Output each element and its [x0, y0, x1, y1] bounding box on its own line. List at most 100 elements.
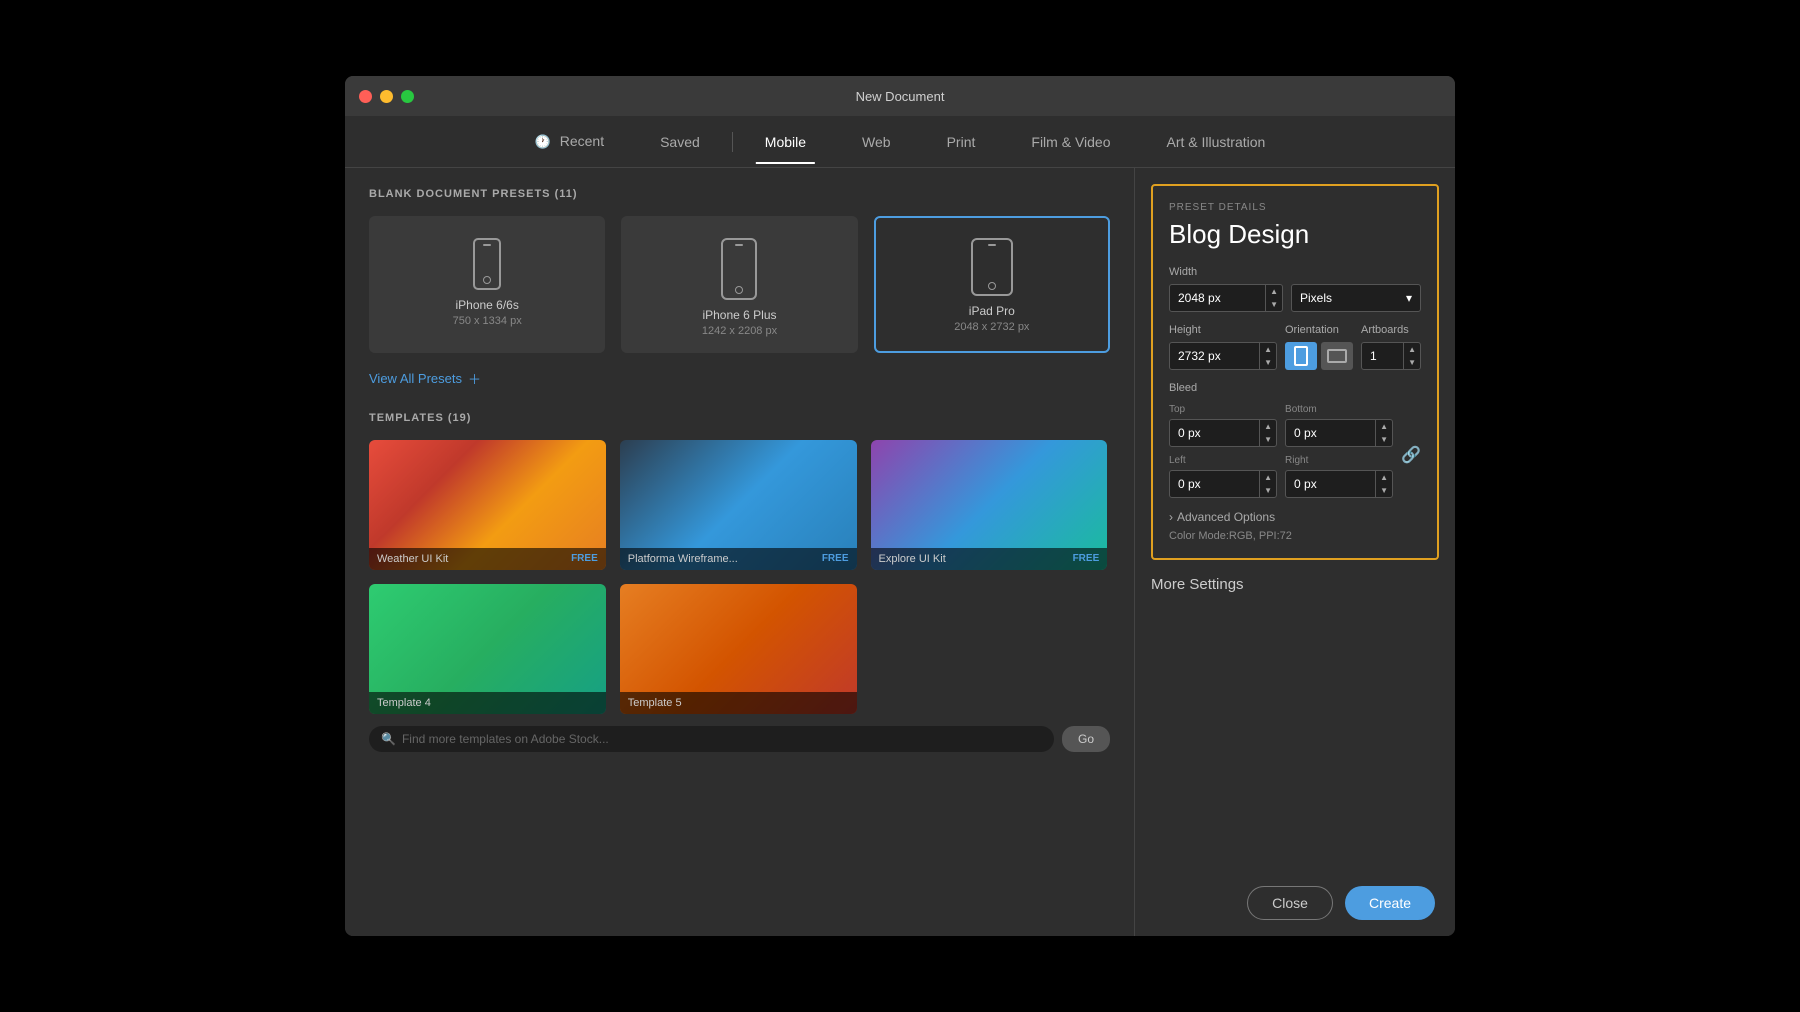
clock-icon: 🕐: [535, 134, 551, 149]
presets-grid: iPhone 6/6s 750 x 1334 px iPhone 6 Plus …: [369, 216, 1110, 353]
width-input[interactable]: 2048 px ▲ ▼: [1169, 284, 1283, 312]
tablet-icon: [971, 238, 1013, 296]
template-card-2[interactable]: Explore UI Kit FREE: [871, 440, 1108, 570]
bleed-bottom-group: Bottom 0 px ▲ ▼: [1285, 404, 1393, 447]
search-input-wrap[interactable]: 🔍 Find more templates on Adobe Stock...: [369, 726, 1054, 752]
plus-icon: ＋: [468, 369, 481, 388]
bleed-top-group: Top 0 px ▲ ▼: [1169, 404, 1277, 447]
right-label: Right: [1285, 455, 1393, 466]
preset-details-label: PRESET DETAILS: [1169, 202, 1421, 213]
left-up[interactable]: ▲: [1260, 471, 1276, 484]
advanced-options-toggle[interactable]: › Advanced Options: [1169, 510, 1421, 524]
height-up[interactable]: ▲: [1260, 343, 1276, 356]
unit-select[interactable]: Pixels ▾: [1291, 284, 1421, 312]
main-content: BLANK DOCUMENT PRESETS (11) iPhone 6/6s …: [345, 168, 1455, 936]
bottom-down[interactable]: ▼: [1376, 433, 1392, 446]
bleed-left-group: Left 0 px ▲ ▼: [1169, 455, 1277, 498]
chevron-right-icon: ›: [1169, 510, 1173, 524]
bleed-bottom-input[interactable]: 0 px ▲ ▼: [1285, 419, 1393, 447]
top-spinner[interactable]: ▲ ▼: [1259, 420, 1276, 446]
top-down[interactable]: ▼: [1260, 433, 1276, 446]
close-button[interactable]: Close: [1247, 886, 1333, 920]
left-down[interactable]: ▼: [1260, 484, 1276, 497]
portrait-btn[interactable]: [1285, 342, 1317, 370]
color-mode-text: Color Mode:RGB, PPI:72: [1169, 530, 1421, 542]
height-input[interactable]: 2732 px ▲ ▼: [1169, 342, 1277, 370]
minimize-window-btn[interactable]: [380, 90, 393, 103]
template-card-3[interactable]: Template 4: [369, 584, 606, 714]
artboards-down[interactable]: ▼: [1404, 356, 1420, 369]
free-badge-2: FREE: [1073, 553, 1100, 565]
right-spinner[interactable]: ▲ ▼: [1375, 471, 1392, 497]
template-card-0[interactable]: Weather UI Kit FREE: [369, 440, 606, 570]
template-label-2: Explore UI Kit FREE: [871, 548, 1108, 570]
height-spinner[interactable]: ▲ ▼: [1259, 343, 1276, 369]
bleed-right-group: Right 0 px ▲ ▼: [1285, 455, 1393, 498]
orientation-btns: [1285, 342, 1353, 370]
bleed-top-input[interactable]: 0 px ▲ ▼: [1169, 419, 1277, 447]
tab-print[interactable]: Print: [919, 120, 1004, 164]
template-label-0: Weather UI Kit FREE: [369, 548, 606, 570]
tab-web[interactable]: Web: [834, 120, 919, 164]
link-bleed-icon[interactable]: 🔗: [1401, 445, 1421, 465]
preset-iphone6[interactable]: iPhone 6/6s 750 x 1334 px: [369, 216, 605, 353]
phone-icon: [473, 238, 501, 290]
bottom-up[interactable]: ▲: [1376, 420, 1392, 433]
artboards-spinner[interactable]: ▲ ▼: [1403, 343, 1420, 369]
templates-title: TEMPLATES (19): [369, 412, 1110, 424]
artboards-up[interactable]: ▲: [1404, 343, 1420, 356]
template-label-3: Template 4: [369, 692, 606, 714]
width-label: Width: [1169, 266, 1421, 278]
right-up[interactable]: ▲: [1376, 471, 1392, 484]
landscape-btn[interactable]: [1321, 342, 1353, 370]
phone-lg-icon: [721, 238, 757, 300]
right-down[interactable]: ▼: [1376, 484, 1392, 497]
bottom-bar: Close Create: [1135, 870, 1455, 936]
tab-separator: [732, 132, 733, 152]
right-panel: PRESET DETAILS Blog Design Width 2048 px…: [1135, 168, 1455, 936]
title-bar: New Document: [345, 76, 1455, 116]
artboards-input[interactable]: 1 ▲ ▼: [1361, 342, 1421, 370]
go-button[interactable]: Go: [1062, 726, 1110, 752]
create-button[interactable]: Create: [1345, 886, 1435, 920]
orientation-label: Orientation: [1285, 324, 1353, 336]
width-spinner[interactable]: ▲ ▼: [1265, 285, 1282, 311]
portrait-icon: [1294, 346, 1308, 366]
preset-ipadpro[interactable]: iPad Pro 2048 x 2732 px: [874, 216, 1110, 353]
tab-art[interactable]: Art & Illustration: [1139, 120, 1294, 164]
height-down[interactable]: ▼: [1260, 356, 1276, 369]
close-window-btn[interactable]: [359, 90, 372, 103]
height-label: Height: [1169, 324, 1277, 336]
left-panel: BLANK DOCUMENT PRESETS (11) iPhone 6/6s …: [345, 168, 1134, 936]
width-row: 2048 px ▲ ▼ Pixels ▾: [1169, 284, 1421, 312]
width-down[interactable]: ▼: [1266, 298, 1282, 311]
document-name: Blog Design: [1169, 219, 1421, 250]
dialog-title: New Document: [856, 89, 945, 104]
search-icon: 🔍: [381, 732, 396, 746]
chevron-down-icon: ▾: [1406, 291, 1412, 305]
more-settings[interactable]: More Settings: [1135, 560, 1455, 609]
left-spinner[interactable]: ▲ ▼: [1259, 471, 1276, 497]
bleed-left-input[interactable]: 0 px ▲ ▼: [1169, 470, 1277, 498]
tab-film[interactable]: Film & Video: [1003, 120, 1138, 164]
bottom-spinner[interactable]: ▲ ▼: [1375, 420, 1392, 446]
template-card-4[interactable]: Template 5: [620, 584, 857, 714]
tab-recent[interactable]: 🕐 Recent: [507, 119, 632, 164]
window-controls: [359, 90, 414, 103]
tab-saved[interactable]: Saved: [632, 120, 728, 164]
width-up[interactable]: ▲: [1266, 285, 1282, 298]
tab-mobile[interactable]: Mobile: [737, 120, 834, 164]
view-all-presets-btn[interactable]: View All Presets ＋: [369, 369, 1110, 388]
artboards-label: Artboards: [1361, 324, 1421, 336]
preset-details-box: PRESET DETAILS Blog Design Width 2048 px…: [1151, 184, 1439, 560]
bleed-grid: Top 0 px ▲ ▼: [1169, 404, 1393, 498]
bottom-label: Bottom: [1285, 404, 1393, 415]
preset-iphone6plus[interactable]: iPhone 6 Plus 1242 x 2208 px: [621, 216, 857, 353]
template-search-bar: 🔍 Find more templates on Adobe Stock... …: [369, 726, 1110, 752]
templates-grid: Weather UI Kit FREE Platforma Wireframe.…: [369, 440, 1110, 714]
tabs-bar: 🕐 Recent Saved Mobile Web Print Film & V…: [345, 116, 1455, 168]
maximize-window-btn[interactable]: [401, 90, 414, 103]
template-card-1[interactable]: Platforma Wireframe... FREE: [620, 440, 857, 570]
bleed-right-input[interactable]: 0 px ▲ ▼: [1285, 470, 1393, 498]
top-up[interactable]: ▲: [1260, 420, 1276, 433]
